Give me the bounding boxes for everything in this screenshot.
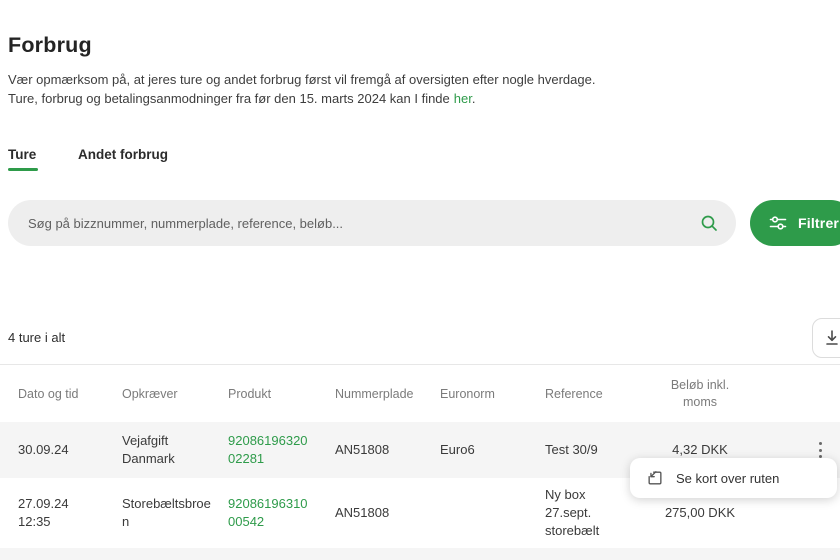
header-collector: Opkræver — [122, 386, 178, 401]
table-row — [0, 548, 840, 560]
cell-date: 30.09.24 — [18, 442, 69, 457]
search-icon[interactable] — [699, 213, 719, 233]
download-icon — [826, 330, 838, 345]
cell-plate: AN51808 — [335, 505, 390, 520]
cell-reference: Ny box 27.sept. storebælt — [545, 487, 600, 538]
sliders-icon — [769, 216, 787, 230]
tab-andet-forbrug[interactable]: Andet forbrug — [78, 147, 168, 162]
open-route-icon — [648, 471, 662, 485]
filter-button-label: Filtrer — [798, 215, 840, 231]
trips-count: 4 ture i alt — [8, 330, 66, 345]
download-button[interactable] — [812, 318, 840, 358]
her-link[interactable]: her — [454, 91, 472, 106]
product-number-link[interactable]: 9208619631000542 — [228, 495, 312, 531]
cell-date: 27.09.24 12:35 — [18, 496, 69, 529]
header-amount: Beløb inkl. moms — [670, 377, 730, 409]
cell-product: 9208619632002281 — [228, 422, 318, 478]
cell-plate: AN51808 — [335, 442, 390, 457]
header-euronorm: Euronorm — [440, 386, 495, 401]
intro-text: Vær opmærksom på, at jeres ture og andet… — [8, 71, 595, 108]
search-bar — [8, 200, 736, 246]
cell-collector: Storebæltsbroen — [122, 496, 211, 529]
row-context-menu: Se kort over ruten — [630, 458, 837, 498]
filter-button[interactable]: Filtrer — [750, 200, 840, 246]
intro-line-2: Ture, forbrug og betalingsanmodninger fr… — [8, 90, 476, 106]
intro-line-1: Vær opmærksom på, at jeres ture og andet… — [8, 72, 596, 87]
cell-collector: Vejafgift Danmark — [122, 433, 175, 466]
page-title: Forbrug — [8, 33, 92, 57]
header-plate: Nummerplade — [335, 386, 414, 401]
cell-product: 9208619631000542 — [228, 478, 318, 548]
cell-euronorm — [440, 478, 536, 548]
product-number-link[interactable]: 9208619632002281 — [228, 432, 312, 468]
cell-euronorm: Euro6 — [440, 442, 475, 457]
tab-ture[interactable]: Ture — [8, 147, 36, 162]
header-reference: Reference — [545, 386, 603, 401]
table-header-row: Dato og tid Opkræver Produkt Nummerplade… — [0, 365, 840, 422]
menu-item-see-route[interactable]: Se kort over ruten — [676, 471, 779, 486]
cell-reference: Test 30/9 — [545, 442, 598, 457]
header-date: Dato og tid — [18, 386, 79, 401]
header-product: Produkt — [228, 386, 272, 401]
active-tab-underline — [8, 168, 38, 171]
search-input[interactable] — [8, 200, 736, 246]
forbrug-page: Forbrug Vær opmærksom på, at jeres ture … — [0, 0, 840, 560]
